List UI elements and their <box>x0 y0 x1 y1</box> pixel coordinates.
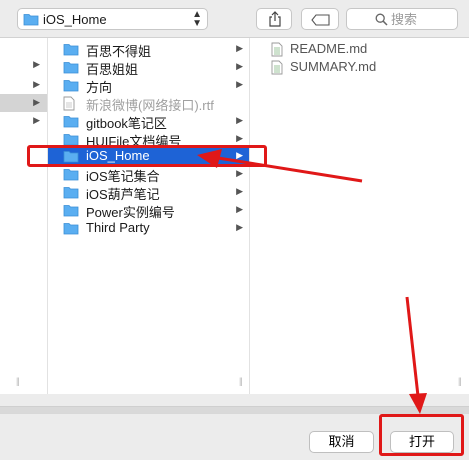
search-field[interactable] <box>346 8 458 30</box>
disclosure-arrow-icon: ▶ <box>33 97 40 107</box>
markdown-file-icon <box>271 60 283 78</box>
folder-icon <box>63 42 79 59</box>
cancel-button[interactable]: 取消 <box>309 431 374 453</box>
disclosure-arrow-icon: ▶ <box>236 43 243 53</box>
disclosure-arrow-icon: ▶ <box>33 79 40 89</box>
share-button[interactable] <box>256 8 292 30</box>
disclosure-arrow-icon: ▶ <box>236 61 243 71</box>
disclosure-arrow-icon: ▶ <box>33 59 40 69</box>
disclosure-arrow-icon: ▶ <box>236 79 243 89</box>
folder-icon <box>63 78 79 95</box>
horizontal-scrollbar[interactable] <box>0 406 469 413</box>
disclosure-arrow-icon: ▶ <box>236 222 243 232</box>
folder-icon <box>63 203 79 220</box>
column-3[interactable]: README.md SUMMARY.md || <box>250 38 469 394</box>
list-item-selected[interactable]: ▶ <box>0 94 47 112</box>
annotation-highlight-box <box>27 145 267 167</box>
tag-button[interactable] <box>301 8 339 30</box>
list-item[interactable]: iOS葫芦笔记 ▶ <box>48 183 249 202</box>
list-item[interactable]: Power实例编号 ▶ <box>48 201 249 220</box>
list-item[interactable]: Third Party ▶ <box>48 219 249 237</box>
list-item[interactable]: 方向 ▶ <box>48 76 249 95</box>
list-item[interactable]: 新浪微博(网络接口).rtf <box>48 94 249 113</box>
list-item[interactable]: gitbook笔记区 ▶ <box>48 112 249 131</box>
column-resize-grip[interactable]: || <box>239 376 243 386</box>
disclosure-arrow-icon: ▶ <box>236 186 243 196</box>
folder-icon <box>63 221 79 238</box>
chevron-updown-icon: ▲ ▼ <box>192 9 202 29</box>
disclosure-arrow-icon: ▶ <box>236 204 243 214</box>
list-item[interactable]: ▶ <box>0 56 47 74</box>
path-popup-button[interactable]: iOS_Home ▲ ▼ <box>17 8 208 30</box>
list-item[interactable]: README.md <box>250 40 469 58</box>
annotation-highlight-box <box>379 414 464 456</box>
disclosure-arrow-icon: ▶ <box>33 115 40 125</box>
list-item-label: SUMMARY.md <box>290 59 377 74</box>
column-1[interactable]: ▶ ▶ ▶ ▶ || <box>0 38 48 394</box>
column-resize-grip[interactable]: || <box>16 376 20 386</box>
folder-icon <box>63 185 79 202</box>
list-item-label: README.md <box>290 41 368 56</box>
search-input[interactable] <box>391 11 455 27</box>
list-item[interactable]: 百思姐姐 ▶ <box>48 58 249 77</box>
disclosure-arrow-icon: ▶ <box>236 168 243 178</box>
list-item[interactable]: ▶ <box>0 76 47 94</box>
disclosure-arrow-icon: ▶ <box>236 133 243 143</box>
folder-icon <box>63 167 79 184</box>
column-2[interactable]: 百思不得姐 ▶ 百思姐姐 ▶ 方向 ▶ 新浪微博(网络接口).rtf gitbook笔记区 ▶ H… <box>48 38 250 394</box>
tag-icon <box>311 14 330 26</box>
column-browser: ▶ ▶ ▶ ▶ || 百思不得姐 ▶ 百思姐姐 ▶ 方向 ▶ 新浪微博(网络接口).rtf g… <box>0 38 469 394</box>
list-item[interactable]: ▶ <box>0 112 47 130</box>
folder-icon <box>23 14 39 26</box>
share-icon <box>269 11 281 27</box>
column-resize-grip[interactable]: || <box>458 376 462 386</box>
folder-icon <box>63 114 79 131</box>
list-item[interactable]: iOS笔记集合 ▶ <box>48 165 249 184</box>
list-item-label: Third Party <box>86 220 150 235</box>
disclosure-arrow-icon: ▶ <box>236 115 243 125</box>
path-label: iOS_Home <box>43 12 107 27</box>
toolbar: iOS_Home ▲ ▼ <box>0 0 469 38</box>
list-item[interactable]: 百思不得姐 ▶ <box>48 40 249 59</box>
search-icon <box>375 13 388 26</box>
folder-icon <box>63 60 79 77</box>
list-item[interactable]: SUMMARY.md <box>250 58 469 76</box>
